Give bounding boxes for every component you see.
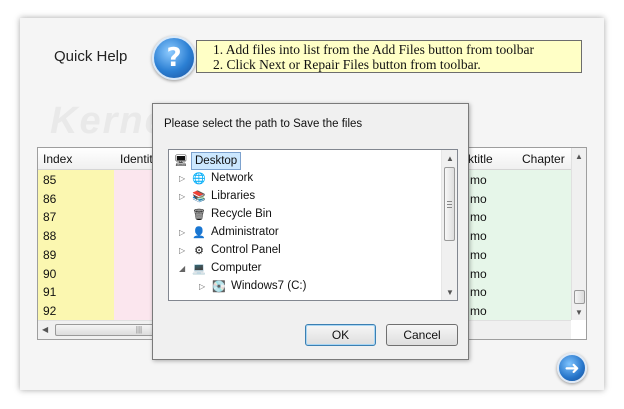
tree-item-label: Recycle Bin	[211, 208, 272, 220]
grid-cell-index[interactable]: 92	[43, 302, 56, 321]
libraries-icon: 📚	[192, 191, 206, 203]
recycle-bin-icon: 🗑	[192, 209, 206, 221]
network-icon: 🌐	[192, 173, 206, 185]
tree-item-label: Administrator	[211, 226, 279, 238]
grid-cell-index[interactable]: 86	[43, 190, 56, 209]
grid-cell-tasktitle[interactable]: mo	[470, 190, 487, 209]
tree-item-label: Computer	[211, 262, 262, 274]
control-panel-icon: ⚙	[194, 245, 204, 257]
grid-cell-tasktitle[interactable]: mo	[470, 171, 487, 190]
quick-help-line-2: 2. Click Next or Repair Files button fro…	[213, 57, 481, 72]
grid-cell-index[interactable]: 89	[43, 246, 56, 265]
quick-help-box: 1. Add files into list from the Add File…	[196, 40, 582, 73]
folder-tree[interactable]: 🖥 Desktop ▷ 🌐 Network ▷ 📚 Libraries 🗑 Recycle Bin…	[168, 149, 458, 301]
drive-icon: 💽	[212, 281, 226, 293]
tree-expander-icon[interactable]: ▷	[179, 170, 185, 188]
desktop-icon: 🖥	[174, 155, 188, 167]
save-path-dialog: Please select the path to Save the files…	[152, 103, 469, 360]
grid-vertical-scroll-thumb[interactable]	[574, 290, 585, 304]
grid-cell-tasktitle[interactable]: mo	[470, 302, 487, 321]
tree-expander-icon[interactable]: ◢	[179, 260, 185, 278]
tree-item[interactable]: ▷ 📚 Libraries	[169, 188, 439, 206]
grid-vertical-scrollbar[interactable]: ▲ ▼	[571, 148, 586, 320]
quick-help-label: Quick Help	[54, 48, 128, 65]
grid-cell-index[interactable]: 85	[43, 171, 56, 190]
dialog-prompt: Please select the path to Save the files	[164, 118, 363, 130]
tree-item-label: Network	[211, 172, 254, 184]
tree-vertical-scrollbar[interactable]: ▲ ▼	[441, 150, 457, 300]
computer-icon: 💻	[192, 263, 206, 275]
header-chapter[interactable]: Chapter	[522, 152, 565, 166]
tree-item-label: Libraries	[211, 190, 256, 202]
scroll-left-arrow-icon[interactable]: ◀	[42, 325, 48, 334]
identity-column	[114, 170, 156, 320]
ok-button[interactable]: OK	[305, 324, 376, 346]
tree-item[interactable]: ◢ 💻 Computer	[169, 260, 439, 278]
tree-item[interactable]: 🗑 Recycle Bin	[169, 206, 439, 224]
tree-item-label: Desktop	[191, 152, 242, 170]
quick-help-line-1: 1. Add files into list from the Add File…	[213, 42, 534, 57]
header-tasktitle[interactable]: ktitle	[468, 152, 493, 166]
tree-expander-icon[interactable]: ▷	[179, 224, 185, 242]
tree-item[interactable]: ▷ 💽 Windows7 (C:)	[169, 278, 439, 296]
next-arrow-icon[interactable]: ➜	[557, 353, 587, 383]
grid-cell-tasktitle[interactable]: mo	[470, 227, 487, 246]
help-question-icon: ?	[152, 36, 196, 80]
grid-cell-index[interactable]: 87	[43, 208, 56, 227]
tree-item-label: Windows7 (C:)	[231, 280, 307, 292]
tree-item[interactable]: 🖥 Desktop	[169, 152, 439, 170]
tree-expander-icon[interactable]: ▷	[179, 242, 185, 260]
grid-cell-index[interactable]: 91	[43, 283, 56, 302]
chapter-column	[516, 170, 571, 320]
scroll-down-arrow-icon[interactable]: ▼	[575, 308, 583, 317]
tree-scroll-up-icon[interactable]: ▲	[446, 154, 454, 163]
tree-item-label: Control Panel	[211, 244, 281, 256]
cancel-button[interactable]: Cancel	[386, 324, 458, 346]
user-folder-icon: 👤	[192, 227, 206, 239]
grid-cell-index[interactable]: 90	[43, 265, 56, 284]
grid-cell-index[interactable]: 88	[43, 227, 56, 246]
tree-vertical-scroll-thumb[interactable]	[444, 167, 455, 241]
grid-cell-tasktitle[interactable]: mo	[470, 208, 487, 227]
tree-item[interactable]: ▷ 👤 Administrator	[169, 224, 439, 242]
scroll-up-arrow-icon[interactable]: ▲	[575, 152, 583, 161]
tree-expander-icon[interactable]: ▷	[199, 278, 205, 296]
tree-item[interactable]: ▷ ⚙ Control Panel	[169, 242, 439, 260]
tree-item[interactable]: ▷ 🌐 Network	[169, 170, 439, 188]
tree-scroll-down-icon[interactable]: ▼	[446, 288, 454, 297]
grid-cell-tasktitle[interactable]: mo	[470, 265, 487, 284]
grid-cell-tasktitle[interactable]: mo	[470, 246, 487, 265]
header-index[interactable]: Index	[43, 152, 72, 166]
header-identity[interactable]: Identit	[120, 152, 153, 166]
tree-expander-icon[interactable]: ▷	[179, 188, 185, 206]
grid-cell-tasktitle[interactable]: mo	[470, 283, 487, 302]
